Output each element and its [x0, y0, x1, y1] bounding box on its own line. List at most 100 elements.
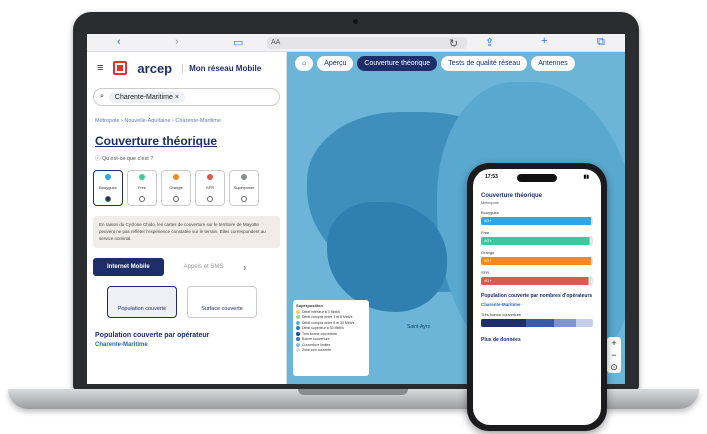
share-icon[interactable]: ⇪ — [485, 36, 494, 49]
coverage-bar: 4G+ — [481, 277, 593, 285]
coverage-bar: 4G+ — [481, 217, 593, 225]
legend-swatch — [296, 326, 300, 330]
legend-item: Bonne couverture — [296, 337, 366, 341]
phone: 17:53 ▮▮ Couverture théorique Métropole B… — [467, 163, 607, 431]
legend-item: Débit supérieur à 30 Mbit/s — [296, 326, 366, 330]
new-tab-icon[interactable]: + — [541, 35, 547, 47]
operator-label: SFR — [206, 185, 214, 191]
operator-dot — [241, 173, 247, 180]
legend-swatch — [296, 331, 300, 336]
legend-swatch — [296, 320, 300, 325]
legend-label: Débit compris entre 8 et 30 Mbit/s — [302, 320, 355, 325]
operator-label: Orange — [169, 185, 183, 191]
search-icon: ⌕ — [100, 93, 104, 100]
legend-swatch — [296, 309, 300, 314]
page-title: Couverture théorique — [95, 134, 218, 148]
notice-box: En raison du Cyclone Chido, les cartes d… — [93, 216, 280, 249]
operator-free[interactable]: Free — [127, 170, 157, 206]
trackpad-notch — [298, 389, 408, 395]
location-chip[interactable]: Charente-Maritime × — [108, 91, 185, 103]
stacked-bar — [481, 319, 593, 327]
home-icon[interactable]: ⌂ — [295, 56, 314, 71]
radio[interactable] — [207, 196, 213, 203]
tabs-icon[interactable]: ⧉ — [597, 36, 605, 49]
legend-label: Zone non couverte — [302, 348, 332, 352]
operator-name: Bouygues — [481, 210, 499, 215]
arcep-logo — [113, 61, 128, 75]
operator-label: Bouygues — [99, 185, 117, 191]
operator-name: Free — [481, 230, 490, 235]
legend-label: Très bonne couverture — [302, 331, 338, 336]
zoom-controls: + − ⊙ — [607, 337, 621, 373]
island — [327, 202, 447, 312]
legend-item: Zone non couverte — [296, 348, 366, 352]
city-label: Saint-Ayrs — [407, 324, 430, 330]
book-icon[interactable]: ▭ — [233, 36, 243, 49]
phone-section-title: Population couverte par nombres d'opérat… — [481, 293, 593, 299]
coverage-type: Population couverte Surface couverte — [107, 286, 266, 319]
section-region: Charente-Maritime — [95, 342, 148, 349]
operator-dot — [207, 173, 213, 180]
radio[interactable] — [173, 196, 179, 203]
legend-label: Débit compris entre 3 et 8 Mbit/s — [302, 315, 353, 319]
surface-option[interactable]: Surface couverte — [187, 286, 257, 319]
phone-region: Charente-Maritime — [481, 302, 521, 307]
legend-label: Couverture limitée — [302, 342, 331, 347]
locate-button[interactable]: ⊙ — [607, 361, 621, 373]
coverage-bar: 4G+ — [481, 237, 593, 245]
operator-dot — [105, 173, 111, 180]
radio[interactable] — [139, 196, 145, 203]
battery-icon: ▮▮ — [583, 174, 589, 180]
help-link[interactable]: ⓘ Qu'est-ce que c'est ? — [95, 154, 278, 162]
forward-icon[interactable]: › — [175, 36, 179, 48]
map-tabs: ⌂ Aperçu Couverture théorique Tests de qual… — [295, 56, 575, 71]
camera — [353, 19, 358, 24]
map-tab[interactable]: Tests de qualité réseau — [441, 56, 528, 71]
legend-item: Débit inférieur à 3 Mbit/s — [296, 309, 366, 314]
operator-label: Superposer — [233, 185, 255, 191]
map-tab[interactable]: Antennes — [531, 56, 575, 71]
operator-superposer[interactable]: Superposer — [229, 170, 259, 206]
browser-toolbar: ‹ › ▭ AA ↻ ⇪ + ⧉ — [87, 34, 625, 52]
operator-sfr[interactable]: SFR — [195, 170, 225, 206]
breadcrumb[interactable]: Métropole › Nouvelle-Aquitaine › Charent… — [95, 118, 278, 124]
menu-icon[interactable]: ≡ — [97, 62, 103, 74]
operator-selector: Bouygues Free Orange SFR Superposer — [93, 170, 280, 206]
legend-label: Débit inférieur à 3 Mbit/s — [302, 309, 340, 314]
chevron-right-icon[interactable]: › — [243, 263, 246, 272]
reload-icon[interactable]: ↻ — [449, 37, 458, 50]
legend-swatch — [296, 342, 300, 347]
header: ≡ arcep Mon réseau Mobile — [87, 52, 286, 84]
phone-screen: 17:53 ▮▮ Couverture théorique Métropole B… — [473, 169, 601, 425]
tab-internet-mobile[interactable]: Internet Mobile — [93, 258, 164, 277]
map-tab[interactable]: Couverture théorique — [357, 56, 438, 71]
legend-swatch — [296, 315, 300, 319]
clock: 17:53 — [485, 174, 498, 180]
operator-dot — [139, 173, 145, 180]
population-option[interactable]: Population couverte — [107, 286, 177, 319]
back-icon[interactable]: ‹ — [117, 36, 121, 48]
phone-title: Couverture théorique — [481, 193, 543, 199]
more-data-link[interactable]: Plus de données — [481, 337, 593, 343]
app-title: Mon réseau Mobile — [182, 63, 261, 73]
operator-dot — [173, 173, 179, 180]
operator-bouygues[interactable]: Bouygues — [93, 170, 123, 206]
operator-orange[interactable]: Orange — [161, 170, 191, 206]
map-tab[interactable]: Aperçu — [317, 56, 354, 71]
stack-label: Très bonne couverture — [481, 312, 522, 317]
legend-item: Couverture limitée — [296, 342, 366, 347]
zoom-in-button[interactable]: + — [607, 337, 621, 349]
legend-label: Débit supérieur à 30 Mbit/s — [302, 326, 344, 330]
operator-label: Free — [137, 185, 147, 191]
search-input[interactable]: ⌕ Charente-Maritime × — [93, 88, 280, 106]
address-bar[interactable]: AA — [267, 37, 467, 49]
legend-swatch — [296, 337, 300, 341]
legend-title: Superposition — [296, 303, 323, 308]
zoom-out-button[interactable]: − — [607, 349, 621, 361]
operator-name: SFR — [481, 270, 489, 275]
radio[interactable] — [105, 196, 111, 203]
legend-item: Débit compris entre 8 et 30 Mbit/s — [296, 320, 366, 325]
radio[interactable] — [241, 196, 247, 203]
tab-appels-sms[interactable]: Appels et SMS — [170, 258, 238, 276]
scene: ‹ › ▭ AA ↻ ⇪ + ⧉ ≡ arcep Mon réseau Mobi… — [0, 0, 707, 434]
